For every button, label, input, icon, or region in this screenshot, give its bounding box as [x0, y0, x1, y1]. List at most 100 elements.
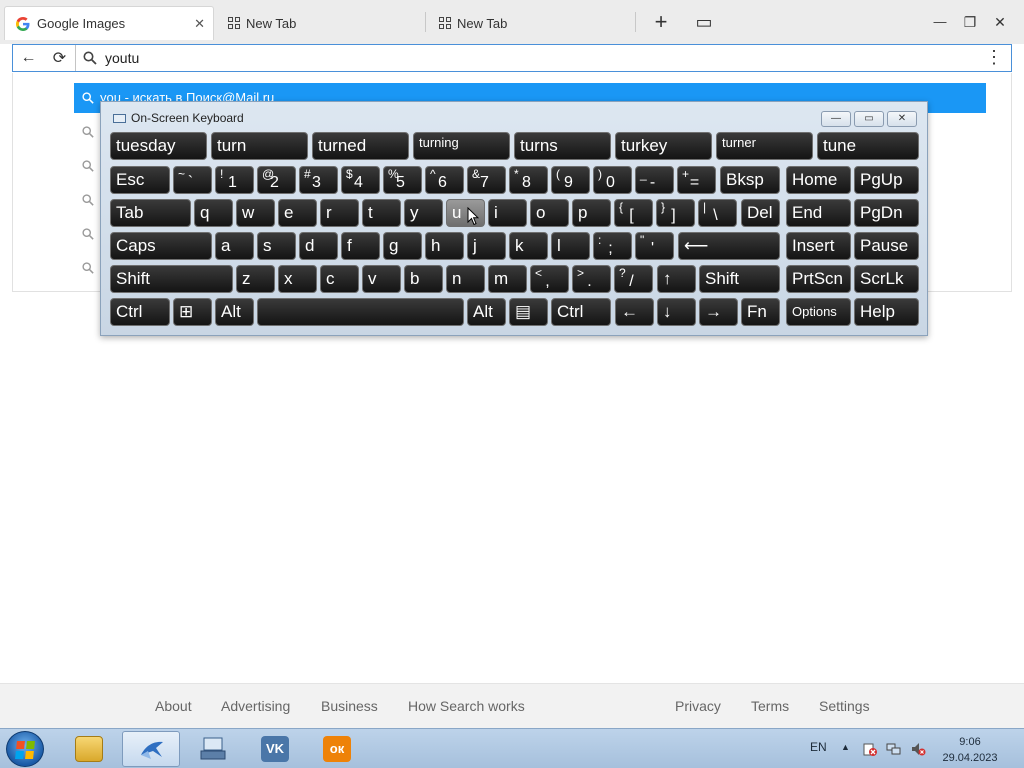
key-options[interactable]: Options — [786, 298, 851, 326]
key-letter[interactable]: z — [236, 265, 275, 293]
key-insert[interactable]: Insert — [786, 232, 851, 260]
prediction-key[interactable]: turkey — [615, 132, 712, 160]
key-letter[interactable]: i — [488, 199, 527, 227]
key-symbol[interactable]: * 8 — [509, 166, 548, 194]
key-symbol[interactable]: ! 1 — [215, 166, 254, 194]
key-letter[interactable]: f — [341, 232, 380, 260]
key-letter[interactable]: t — [362, 199, 401, 227]
key-letter[interactable]: j — [467, 232, 506, 260]
browser-menu-icon[interactable]: ⋮ — [985, 47, 1003, 68]
reload-button[interactable]: ⟳ — [44, 48, 75, 68]
key-arrow-down[interactable]: ↓ — [657, 298, 696, 326]
key-symbol[interactable]: ^ 6 — [425, 166, 464, 194]
key-arrow-up[interactable]: ↑ — [657, 265, 696, 293]
prediction-key[interactable]: turner — [716, 132, 813, 160]
context-menu-key-icon[interactable]: ▤ — [509, 298, 548, 326]
key-arrow-right[interactable]: → — [699, 298, 738, 326]
key-symbol[interactable]: #3 — [299, 166, 338, 194]
key-letter[interactable]: k — [509, 232, 548, 260]
start-button[interactable] — [6, 731, 44, 767]
tray-show-hidden-icon[interactable]: ▲ — [841, 742, 850, 752]
tab-close-icon[interactable]: ✕ — [194, 16, 205, 32]
key-letter[interactable]: u — [446, 199, 485, 227]
key-pgup[interactable]: PgUp — [854, 166, 919, 194]
volume-muted-icon[interactable] — [910, 741, 926, 757]
prediction-key[interactable]: turn — [211, 132, 308, 160]
key-letter[interactable]: x — [278, 265, 317, 293]
key-symbol[interactable]: & 7 — [467, 166, 506, 194]
key-symbol[interactable]: :; — [593, 232, 632, 260]
osk-minimize-button[interactable]: — — [821, 111, 851, 127]
restore-button[interactable]: ❐ — [958, 10, 982, 34]
taskbar-keyboard-settings[interactable] — [184, 731, 242, 767]
key-arrow-left[interactable]: ← — [615, 298, 654, 326]
footer-link-about[interactable]: About — [155, 698, 192, 714]
key-symbol[interactable]: {[ — [614, 199, 653, 227]
key-ctrl-left[interactable]: Ctrl — [110, 298, 170, 326]
key-letter[interactable]: a — [215, 232, 254, 260]
key-shift-right[interactable]: Shift — [699, 265, 780, 293]
tab-new-tab-1[interactable]: New Tab — [218, 6, 418, 40]
language-indicator[interactable]: EN — [810, 740, 827, 754]
footer-link-business[interactable]: Business — [321, 698, 378, 714]
key-ctrl-right[interactable]: Ctrl — [551, 298, 611, 326]
key-symbol[interactable]: | \ — [698, 199, 737, 227]
key-symbol[interactable]: @2 — [257, 166, 296, 194]
windows-key-icon[interactable]: ⊞ — [173, 298, 212, 326]
key-letter[interactable]: q — [194, 199, 233, 227]
key-letter[interactable]: o — [530, 199, 569, 227]
key-end[interactable]: End — [786, 199, 851, 227]
key-symbol[interactable]: $4 — [341, 166, 380, 194]
close-window-button[interactable]: ✕ — [988, 10, 1012, 34]
key-caps[interactable]: Caps — [110, 232, 212, 260]
key-letter[interactable]: l — [551, 232, 590, 260]
footer-link-how-search-works[interactable]: How Search works — [408, 698, 525, 714]
key-letter[interactable]: e — [278, 199, 317, 227]
network-icon[interactable] — [886, 741, 902, 757]
new-tab-button[interactable]: + — [649, 10, 673, 34]
key-pause[interactable]: Pause — [854, 232, 919, 260]
prediction-key[interactable]: turned — [312, 132, 409, 160]
key-letter[interactable]: b — [404, 265, 443, 293]
key-letter[interactable]: y — [404, 199, 443, 227]
key-prtscn[interactable]: PrtScn — [786, 265, 851, 293]
key-letter[interactable]: w — [236, 199, 275, 227]
prediction-key[interactable]: tuesday — [110, 132, 207, 160]
address-input[interactable]: youtu — [105, 50, 139, 66]
osk-maximize-button[interactable]: ▭ — [854, 111, 884, 127]
key-del[interactable]: Del — [741, 199, 780, 227]
key-symbol[interactable]: ) 0 — [593, 166, 632, 194]
key-letter[interactable]: c — [320, 265, 359, 293]
key-home[interactable]: Home — [786, 166, 851, 194]
taskbar-odnoklassniki[interactable]: ок — [308, 731, 366, 767]
key-shift-left[interactable]: Shift — [110, 265, 233, 293]
key-fn[interactable]: Fn — [741, 298, 780, 326]
key-letter[interactable]: m — [488, 265, 527, 293]
key-tab[interactable]: Tab — [110, 199, 191, 227]
key-symbol[interactable]: ? / — [614, 265, 653, 293]
key-symbol[interactable]: " ' — [635, 232, 674, 260]
taskbar-vk[interactable]: VK — [246, 731, 304, 767]
prediction-key[interactable]: tune — [817, 132, 919, 160]
key-letter[interactable]: r — [320, 199, 359, 227]
key-symbol[interactable]: (9 — [551, 166, 590, 194]
footer-link-settings[interactable]: Settings — [819, 698, 870, 714]
osk-close-button[interactable]: ✕ — [887, 111, 917, 127]
system-clock[interactable]: 9:06 29.04.2023 — [930, 734, 1010, 766]
key-symbol[interactable]: % 5 — [383, 166, 422, 194]
prediction-key[interactable]: turning — [413, 132, 510, 160]
taskbar-file-explorer[interactable] — [60, 731, 118, 767]
action-center-icon[interactable] — [862, 741, 878, 757]
back-button[interactable]: ← — [13, 49, 44, 67]
prediction-key[interactable]: turns — [514, 132, 611, 160]
footer-link-advertising[interactable]: Advertising — [221, 698, 290, 714]
key-symbol[interactable]: + = — [677, 166, 716, 194]
key-letter[interactable]: p — [572, 199, 611, 227]
key-symbol[interactable]: _ - — [635, 166, 674, 194]
key-esc[interactable]: Esc — [110, 166, 170, 194]
key-symbol[interactable]: >. — [572, 265, 611, 293]
key-scrlk[interactable]: ScrLk — [854, 265, 919, 293]
key-enter[interactable]: ⟵ — [678, 232, 780, 260]
footer-link-terms[interactable]: Terms — [751, 698, 789, 714]
minimize-button[interactable]: — — [928, 10, 952, 34]
